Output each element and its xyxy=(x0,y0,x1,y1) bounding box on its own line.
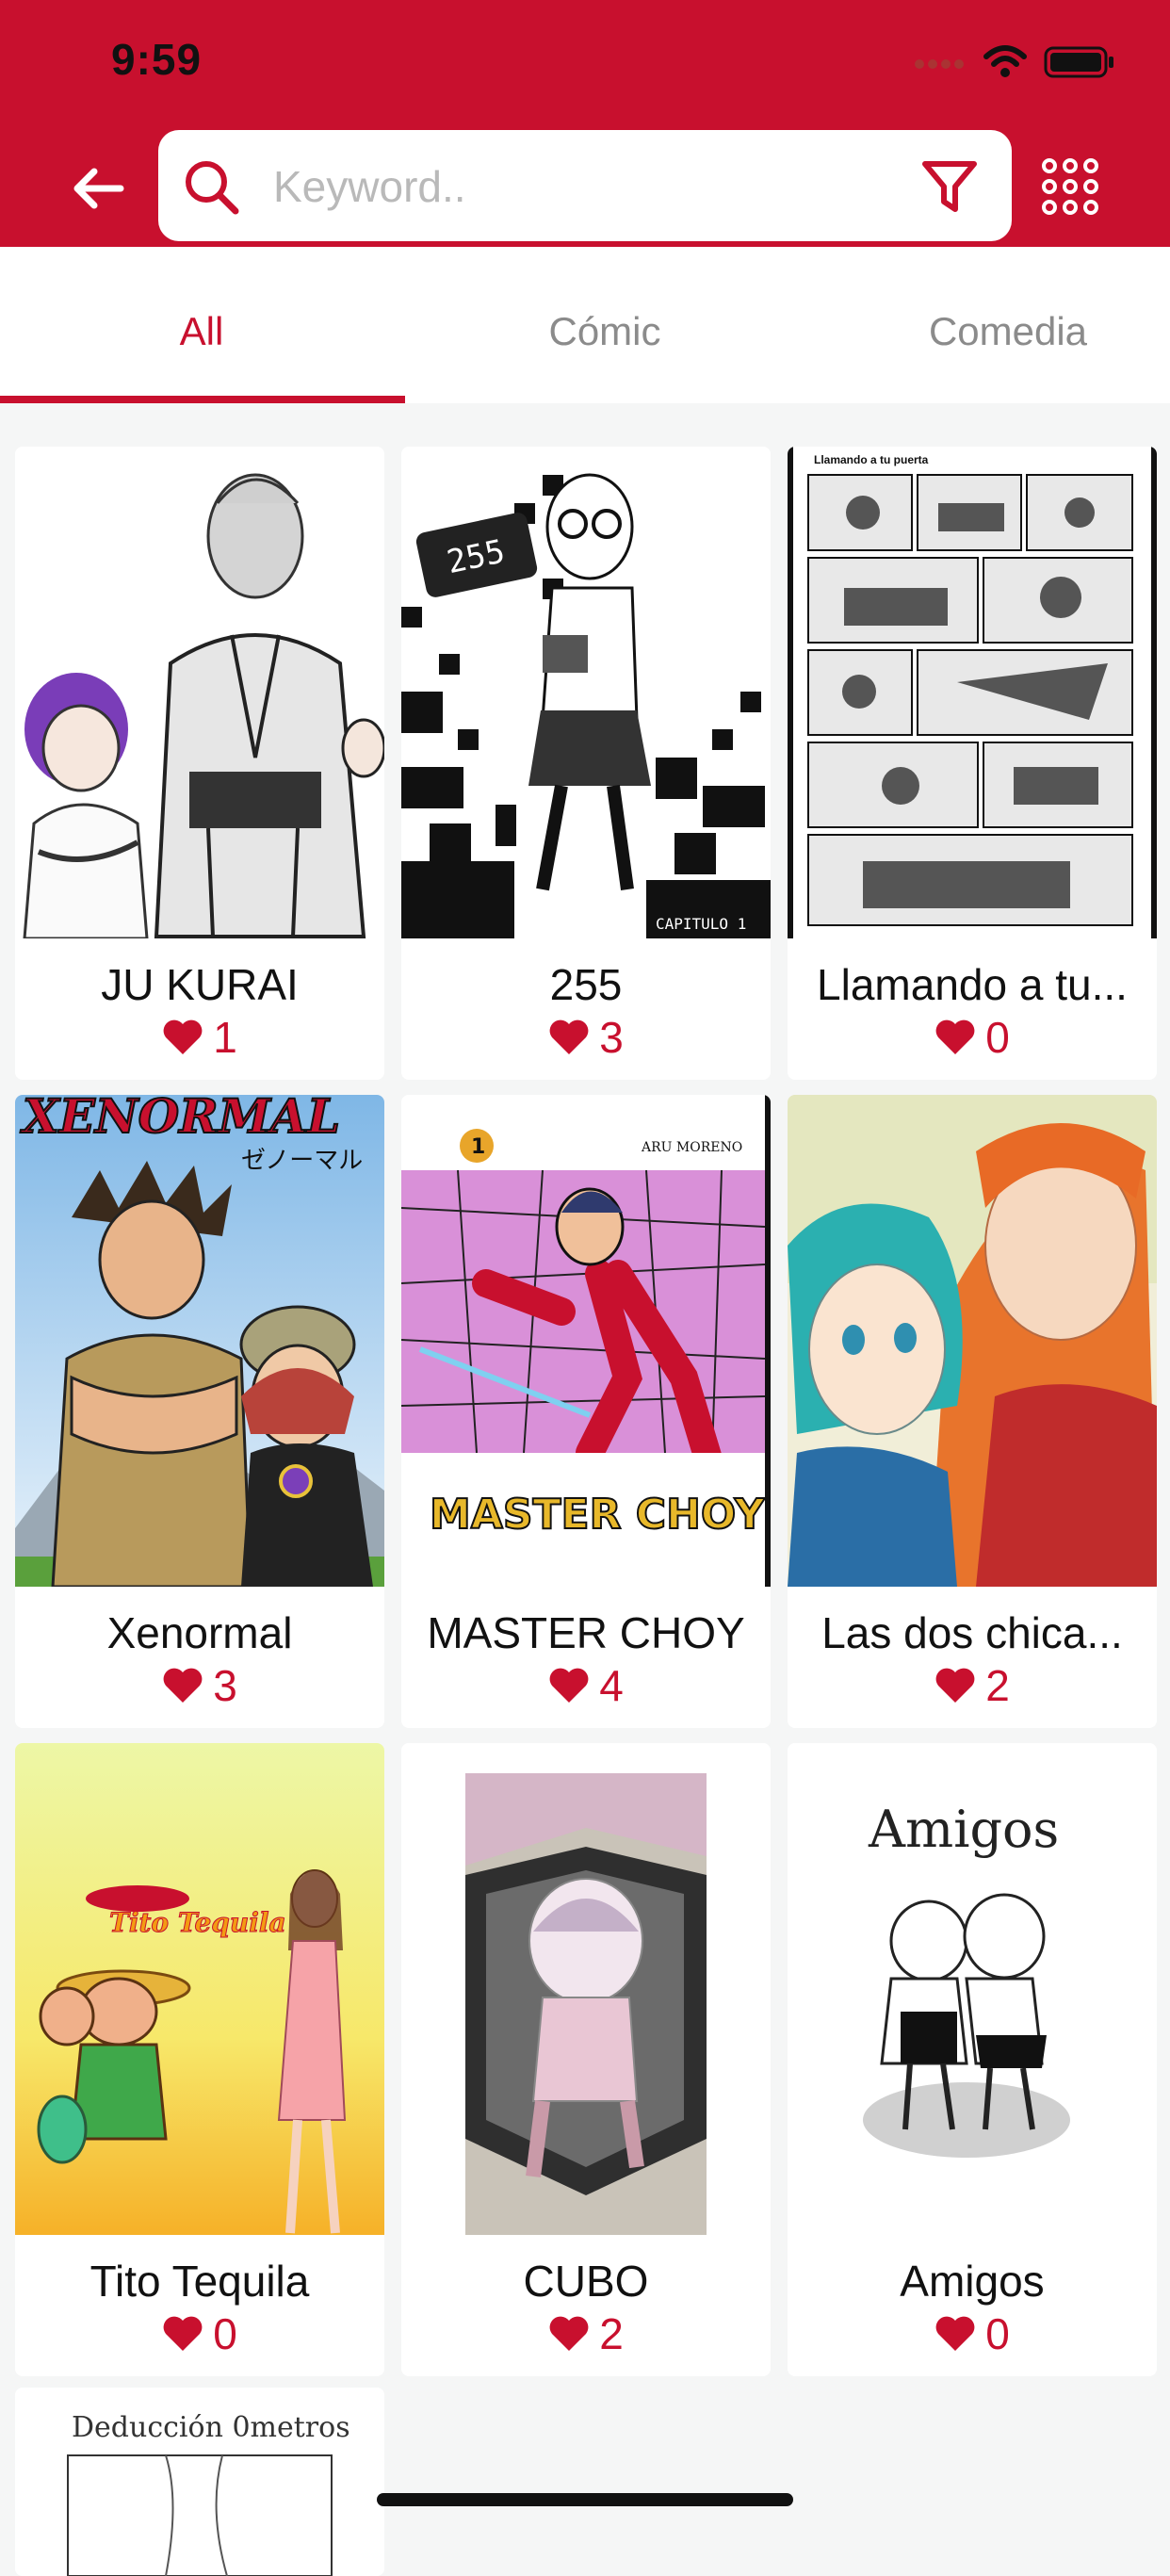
like-count-value: 2 xyxy=(599,2309,624,2358)
comic-cover: Amigos xyxy=(788,1743,1157,2235)
heart-icon xyxy=(163,1019,203,1054)
heart-icon xyxy=(549,1668,589,1703)
comic-title: MASTER CHOY xyxy=(427,1608,745,1657)
cover-volume-number: 1 xyxy=(471,1135,485,1159)
cover-logo-master-choy: MASTER CHOY xyxy=(430,1491,766,1539)
comic-card-ju-kurai[interactable]: JU KURAI 1 xyxy=(15,447,384,1080)
tab-indicator xyxy=(0,396,405,403)
like-count[interactable]: 3 xyxy=(401,1012,771,1063)
status-icons xyxy=(914,43,1115,81)
like-count-value: 3 xyxy=(213,1661,237,1710)
comic-card-255[interactable]: 255 CAPITULO 1 255 3 xyxy=(401,447,771,1080)
signal-icon xyxy=(915,59,964,69)
wifi-icon xyxy=(983,45,1027,77)
comic-cover xyxy=(788,1095,1157,1587)
like-count-value: 0 xyxy=(985,1013,1010,1062)
comic-card-partial[interactable]: Deducción 0metros xyxy=(15,2388,384,2576)
comic-cover xyxy=(401,1743,771,2235)
like-count-value: 4 xyxy=(599,1661,624,1710)
like-count[interactable]: 2 xyxy=(401,2308,771,2359)
comic-cover: Tito Tequila xyxy=(15,1743,384,2235)
like-count-value: 2 xyxy=(985,1661,1010,1710)
tab-comic[interactable]: Cómic xyxy=(403,247,806,403)
heart-icon xyxy=(163,1668,203,1703)
comic-card-tito-tequila[interactable]: Tito Tequila Tito Tequila 0 xyxy=(15,1743,384,2376)
comic-title: 255 xyxy=(549,960,623,1009)
comic-title: Llamando a tu... xyxy=(817,960,1128,1009)
comic-cover: Llamando a tu puerta xyxy=(788,447,1157,938)
cover-subtitle-jp: ゼノーマル xyxy=(241,1147,363,1175)
back-button[interactable] xyxy=(68,158,128,219)
heart-icon xyxy=(549,2316,589,2351)
home-indicator xyxy=(377,2493,793,2506)
search-input[interactable] xyxy=(271,151,878,222)
comic-cover: XENORMAL ゼノーマル xyxy=(15,1095,384,1587)
like-count[interactable]: 0 xyxy=(15,2308,384,2359)
heart-icon xyxy=(935,1019,975,1054)
comic-cover xyxy=(15,447,384,938)
tab-all[interactable]: All xyxy=(0,247,403,403)
filter-icon[interactable] xyxy=(919,156,980,217)
like-count-value: 0 xyxy=(985,2309,1010,2358)
comic-card-amigos[interactable]: Amigos Amigos 0 xyxy=(788,1743,1157,2376)
status-time: 9:59 xyxy=(111,35,203,84)
comic-cover: 255 CAPITULO 1 xyxy=(401,447,771,938)
comic-title: CUBO xyxy=(523,2257,649,2306)
comic-title: JU KURAI xyxy=(101,960,299,1009)
cover-logo-tito: Tito Tequila xyxy=(109,1907,286,1938)
comic-card-llamando[interactable]: Llamando a tu puerta Llamando a tu... 0 xyxy=(788,447,1157,1080)
like-count[interactable]: 1 xyxy=(15,1012,384,1063)
grid-menu-button[interactable] xyxy=(1040,156,1100,217)
category-tabs: All Cómic Comedia xyxy=(0,247,1170,403)
comic-card-las-dos-chicas[interactable]: Las dos chica... 2 xyxy=(788,1095,1157,1728)
like-count[interactable]: 0 xyxy=(788,2308,1157,2359)
cover-title-partial: Deducción 0metros xyxy=(72,2411,350,2444)
cover-chapter-text: CAPITULO 1 xyxy=(656,915,746,933)
comic-cover: 1 ARU MORENO MASTER CHOY xyxy=(401,1095,771,1587)
tab-comedia[interactable]: Comedia xyxy=(806,247,1170,403)
comic-card-cubo[interactable]: CUBO 2 xyxy=(401,1743,771,2376)
heart-icon xyxy=(935,2316,975,2351)
search-icon xyxy=(186,161,239,215)
dots-grid-icon xyxy=(1042,158,1098,215)
comic-grid: JU KURAI 1 255 CAPITULO 1 255 3 Llamando… xyxy=(15,447,1157,2376)
like-count-value: 3 xyxy=(599,1013,624,1062)
like-count-value: 1 xyxy=(213,1013,237,1062)
comic-title: Xenormal xyxy=(106,1608,293,1657)
like-count[interactable]: 2 xyxy=(788,1660,1157,1711)
cover-title-amigos: Amigos xyxy=(868,1800,1059,1859)
heart-icon xyxy=(935,1668,975,1703)
cover-author: ARU MORENO xyxy=(641,1140,742,1155)
like-count[interactable]: 3 xyxy=(15,1660,384,1711)
search-bar[interactable] xyxy=(158,130,1012,241)
like-count[interactable]: 4 xyxy=(401,1660,771,1711)
heart-icon xyxy=(163,2316,203,2351)
comic-title: Las dos chica... xyxy=(821,1608,1123,1657)
comic-card-master-choy[interactable]: 1 ARU MORENO MASTER CHOY MASTER CHOY 4 xyxy=(401,1095,771,1728)
battery-icon xyxy=(1044,46,1113,78)
arrow-left-icon xyxy=(73,168,124,209)
comic-cover: Deducción 0metros xyxy=(15,2388,384,2576)
cover-logo-xenormal: XENORMAL xyxy=(20,1095,340,1144)
app-header: 9:59 xyxy=(0,0,1170,247)
like-count[interactable]: 0 xyxy=(788,1012,1157,1063)
comic-title: Amigos xyxy=(900,2257,1045,2306)
like-count-value: 0 xyxy=(213,2309,237,2358)
heart-icon xyxy=(549,1019,589,1054)
comic-card-xenormal[interactable]: XENORMAL ゼノーマル Xenormal 3 xyxy=(15,1095,384,1728)
cover-title-llamando: Llamando a tu puerta xyxy=(814,453,929,466)
comic-title: Tito Tequila xyxy=(89,2257,310,2306)
